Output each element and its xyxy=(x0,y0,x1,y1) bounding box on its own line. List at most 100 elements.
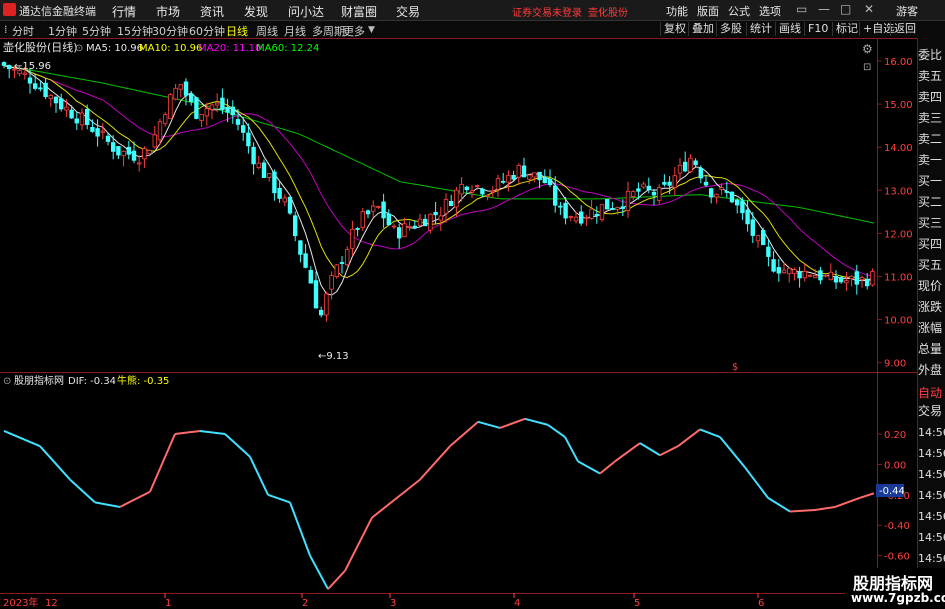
settings-icon[interactable]: ⚙ xyxy=(862,42,873,56)
menu-discover[interactable]: 发现 xyxy=(244,3,268,20)
sidebar-item-bid5[interactable]: 买五 xyxy=(918,255,945,276)
period-monthly[interactable]: 月线 xyxy=(284,23,306,39)
sidebar-item-change[interactable]: 涨跌 xyxy=(918,297,945,318)
chevron-down-icon[interactable]: ▼ xyxy=(368,25,375,35)
menu-icon[interactable]: ▭ xyxy=(796,2,807,16)
candle-down xyxy=(422,218,428,227)
close-icon[interactable]: ✕ xyxy=(864,2,874,16)
time-row: 14:56 xyxy=(918,422,945,443)
tool-multi-stock[interactable]: 多股 xyxy=(716,22,745,36)
menu-formula[interactable]: 公式 xyxy=(728,3,750,19)
candle-up xyxy=(474,185,480,187)
candle-up xyxy=(859,277,865,280)
candle-up xyxy=(677,164,683,174)
period-daily[interactable]: 日线 xyxy=(226,23,248,39)
sidebar-item-bid-ratio[interactable]: 委比 xyxy=(918,45,945,66)
login-warning[interactable]: 证券交易未登录 xyxy=(512,4,582,19)
sidebar-item-change-pct[interactable]: 涨幅 xyxy=(918,318,945,339)
period-60min[interactable]: 60分钟 xyxy=(189,23,225,39)
sidebar-item-ask3[interactable]: 卖三 xyxy=(918,108,945,129)
sidebar-item-bid3[interactable]: 买三 xyxy=(918,213,945,234)
menu-layout[interactable]: 版面 xyxy=(697,3,719,19)
sidebar-item-ask5[interactable]: 卖五 xyxy=(918,66,945,87)
candle-down xyxy=(729,191,735,203)
oscillator-segment xyxy=(419,445,451,481)
oscillator-segment xyxy=(639,442,661,457)
candle-down xyxy=(667,181,672,186)
menu-trade[interactable]: 交易 xyxy=(396,3,420,20)
candle-up xyxy=(657,187,662,201)
stock-link[interactable]: 壶化股份 xyxy=(588,4,628,19)
candle-up xyxy=(802,270,807,279)
period-5min[interactable]: 5分钟 xyxy=(82,23,111,39)
date-label-5: 5 xyxy=(634,598,640,609)
candle-up xyxy=(344,249,350,266)
candle-down xyxy=(511,174,516,180)
trade-label[interactable]: 交易 xyxy=(918,401,945,422)
tool-adjust[interactable]: 复权 xyxy=(660,22,689,36)
oscillator-segment xyxy=(69,478,96,504)
menu-options[interactable]: 选项 xyxy=(759,3,781,19)
candle-down xyxy=(183,81,189,96)
period-more[interactable]: 更多 xyxy=(343,23,365,39)
candle-up xyxy=(641,183,646,188)
oscillator-segment xyxy=(174,429,201,435)
current-value: -0.44 xyxy=(879,486,905,497)
period-30min[interactable]: 30分钟 xyxy=(152,23,188,39)
tool-overlay[interactable]: 叠加 xyxy=(688,22,717,36)
period-1min[interactable]: 1分钟 xyxy=(48,23,77,39)
sidebar-item-volume[interactable]: 总量 xyxy=(918,339,945,360)
sidebar-item-ask4[interactable]: 卖四 xyxy=(918,87,945,108)
oscillator-segment xyxy=(224,433,251,458)
period-weekly[interactable]: 周线 xyxy=(256,23,278,39)
sidebar-item-price[interactable]: 现价 xyxy=(918,276,945,297)
sidebar-item-outer-vol[interactable]: 外盘 xyxy=(918,360,945,381)
candle-up xyxy=(485,194,490,197)
sidebar-item-ask1[interactable]: 卖一 xyxy=(918,150,945,171)
event-marker[interactable]: $ xyxy=(732,362,738,373)
tool-mark[interactable]: 标记 xyxy=(832,22,861,36)
period-intraday[interactable]: 分时 xyxy=(12,23,34,39)
sub-indicator-toggle-icon[interactable]: ⊙ xyxy=(3,376,11,387)
candle-down xyxy=(683,161,688,172)
candle-up xyxy=(256,162,261,169)
menu-function[interactable]: 功能 xyxy=(666,3,688,19)
period-multi[interactable]: 多周期 xyxy=(312,23,345,39)
price-axis: 16.00 15.00 14.00 13.00 12.00 11.00 10.00 9.00 xyxy=(877,57,913,370)
menu-news[interactable]: 资讯 xyxy=(200,3,224,20)
oscillator-segment xyxy=(327,570,346,590)
sidebar-item-ask2[interactable]: 卖二 xyxy=(918,129,945,150)
ma5-label: MA5: 10.96 xyxy=(86,43,143,54)
candle-up xyxy=(807,274,813,277)
title-bar: 通达信金融终端 行情 市场 资讯 发现 问小达 财富圈 交易 证券交易未登录 壶… xyxy=(0,0,945,21)
sidebar-item-bid1[interactable]: 买一 xyxy=(918,171,945,192)
tool-f10[interactable]: F10 xyxy=(804,22,831,36)
candle-up xyxy=(532,172,537,178)
maximize-icon[interactable]: □ xyxy=(840,2,851,16)
minimize-icon[interactable]: — xyxy=(818,2,830,16)
tool-draw[interactable]: 画线 xyxy=(775,22,804,36)
sidebar-item-bid2[interactable]: 买二 xyxy=(918,192,945,213)
tool-stats[interactable]: 统计 xyxy=(746,22,775,36)
sidebar-item-bid4[interactable]: 买四 xyxy=(918,234,945,255)
candle-down xyxy=(724,191,729,193)
guest-label[interactable]: 游客 xyxy=(896,3,918,19)
candle-up xyxy=(162,114,168,124)
candle-down xyxy=(251,146,256,165)
candle-down xyxy=(542,177,547,184)
menu-ask[interactable]: 问小达 xyxy=(288,3,324,20)
menu-quotes[interactable]: 行情 xyxy=(112,3,136,20)
candle-up xyxy=(168,94,173,119)
candle-up xyxy=(329,275,334,290)
candle-down xyxy=(261,162,267,178)
indicator-toggle-icon[interactable]: ⊙ xyxy=(75,43,83,54)
candle-up xyxy=(828,271,833,281)
chart-area[interactable]: 壶化股份(日线) ⊙ MA5: 10.96 MA10: 10.96 MA20: … xyxy=(0,38,918,609)
candle-down xyxy=(703,181,709,186)
menu-market[interactable]: 市场 xyxy=(156,3,180,20)
period-15min[interactable]: 15分钟 xyxy=(117,23,153,39)
tool-back[interactable]: 返回 xyxy=(890,22,919,36)
menu-wealth[interactable]: 财富圈 xyxy=(341,3,377,20)
candle-down xyxy=(318,309,324,316)
zoom-icon[interactable]: ⊡ xyxy=(863,62,871,73)
